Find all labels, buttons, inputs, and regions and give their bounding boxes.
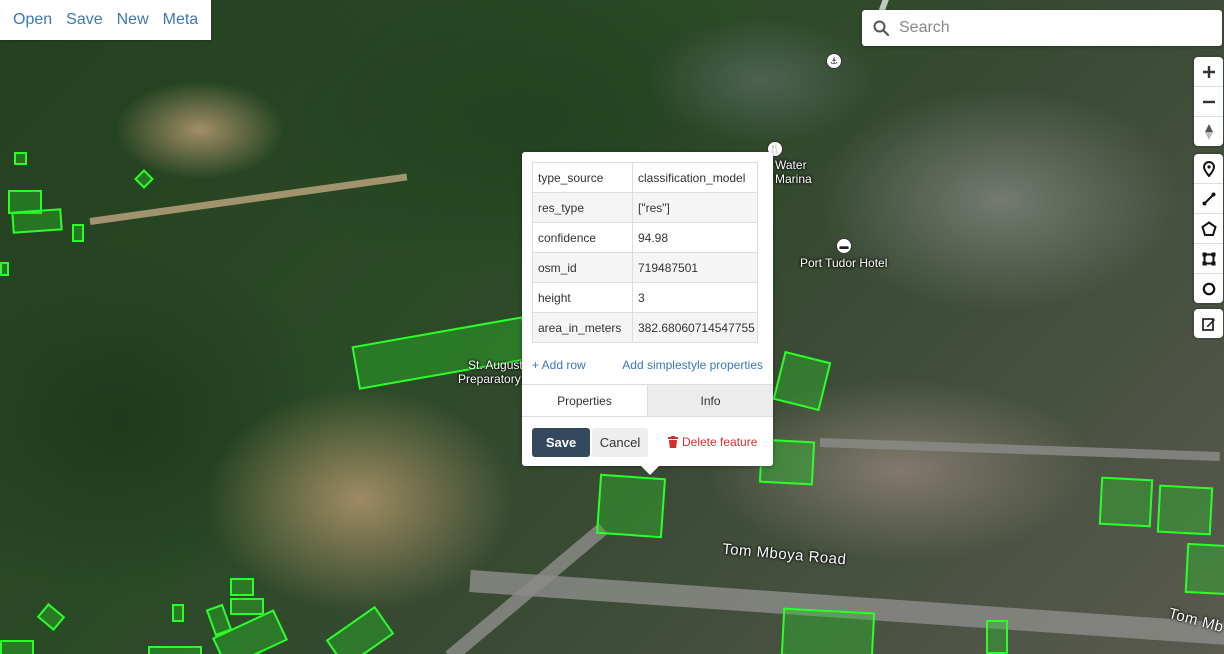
- table-row: area_in_meters 382.68060714547755: [532, 312, 758, 343]
- building-outline[interactable]: [14, 152, 27, 165]
- map-label: Port Tudor Hotel: [800, 256, 888, 270]
- property-key-field[interactable]: area_in_meters: [532, 312, 633, 343]
- property-value-field[interactable]: 94.98: [632, 222, 758, 253]
- feature-properties-popup: type_source classification_model res_typ…: [522, 152, 773, 466]
- draw-point-button[interactable]: [1194, 154, 1223, 184]
- building-outline[interactable]: [1184, 542, 1224, 596]
- save-button[interactable]: Save: [532, 428, 590, 457]
- property-value-field[interactable]: ["res"]: [632, 192, 758, 223]
- rectangle-icon: [1202, 252, 1215, 265]
- building-outline[interactable]: [772, 350, 832, 412]
- property-key-field[interactable]: osm_id: [532, 252, 633, 283]
- popup-tip: [640, 465, 660, 475]
- zoom-out-button[interactable]: [1194, 87, 1223, 117]
- save-menu-item[interactable]: Save: [61, 11, 107, 29]
- search-box: [862, 10, 1222, 46]
- delete-feature-button[interactable]: Delete feature: [668, 435, 757, 449]
- popup-footer: Save Cancel Delete feature: [522, 416, 773, 467]
- delete-feature-label: Delete feature: [682, 435, 758, 449]
- building-outline[interactable]: [0, 262, 9, 276]
- map-label: St. August: [468, 358, 523, 372]
- marina-poi-icon[interactable]: ⚓: [826, 53, 842, 69]
- table-row: confidence 94.98: [532, 222, 758, 253]
- meta-menu-item[interactable]: Meta: [158, 11, 204, 29]
- map-label: Preparatory: [458, 372, 521, 386]
- road-segment: [819, 438, 1220, 461]
- table-row: height 3: [532, 282, 758, 313]
- zoom-controls: [1194, 57, 1223, 146]
- building-outline[interactable]: [230, 578, 254, 596]
- add-row-link[interactable]: + Add row: [532, 358, 586, 372]
- road-label: Tom Mboya Road: [721, 540, 848, 569]
- property-value-field[interactable]: 382.68060714547755: [632, 312, 758, 343]
- building-outline[interactable]: [11, 208, 63, 234]
- zoom-in-button[interactable]: [1194, 57, 1223, 87]
- building-outline[interactable]: [148, 646, 202, 654]
- minus-icon: [1202, 100, 1215, 103]
- line-icon: [1202, 192, 1215, 205]
- search-icon: [873, 20, 889, 36]
- property-value-field[interactable]: classification_model: [632, 162, 758, 193]
- table-row: type_source classification_model: [532, 162, 758, 193]
- building-outline[interactable]: [986, 620, 1008, 654]
- hotel-poi-icon[interactable]: ▬: [836, 238, 852, 254]
- plus-icon: [1202, 65, 1215, 78]
- marker-icon: [1202, 160, 1215, 177]
- draw-line-button[interactable]: [1194, 184, 1223, 214]
- building-outline[interactable]: [595, 473, 667, 539]
- draw-circle-button[interactable]: [1194, 274, 1223, 303]
- polygon-icon: [1200, 220, 1217, 236]
- compass-icon: [1204, 123, 1213, 140]
- circle-icon: [1202, 282, 1215, 295]
- file-menu: Open Save New Meta: [0, 0, 212, 40]
- building-outline[interactable]: [0, 640, 34, 654]
- search-input[interactable]: [897, 18, 1201, 38]
- property-value-field[interactable]: 719487501: [632, 252, 758, 283]
- popup-tabs: Properties Info: [522, 384, 773, 416]
- property-key-field[interactable]: res_type: [532, 192, 633, 223]
- new-menu-item[interactable]: New: [112, 11, 154, 29]
- draw-controls: [1194, 154, 1223, 303]
- tab-info[interactable]: Info: [647, 384, 773, 416]
- reset-bearing-button[interactable]: [1194, 117, 1223, 146]
- property-key-field[interactable]: height: [532, 282, 633, 313]
- properties-table-container[interactable]: type_source classification_model res_typ…: [532, 162, 768, 348]
- open-menu-item[interactable]: Open: [8, 11, 57, 29]
- building-outline[interactable]: [1156, 484, 1214, 536]
- building-outline[interactable]: [36, 603, 66, 631]
- map-label: Marina: [775, 172, 812, 186]
- building-outline[interactable]: [1098, 476, 1154, 528]
- trash-icon: [668, 436, 678, 448]
- popup-links: + Add row Add simplestyle properties: [532, 358, 763, 372]
- building-outline[interactable]: [780, 607, 876, 654]
- table-row: osm_id 719487501: [532, 252, 758, 283]
- building-outline[interactable]: [72, 224, 84, 242]
- property-key-field[interactable]: confidence: [532, 222, 633, 253]
- table-row: res_type ["res"]: [532, 192, 758, 223]
- building-outline[interactable]: [134, 169, 154, 189]
- edit-controls: [1194, 309, 1223, 338]
- edit-layers-button[interactable]: [1194, 309, 1223, 338]
- edit-icon: [1201, 317, 1215, 331]
- properties-table: type_source classification_model res_typ…: [532, 162, 758, 343]
- cancel-button[interactable]: Cancel: [592, 428, 648, 457]
- add-simplestyle-link[interactable]: Add simplestyle properties: [622, 358, 763, 372]
- draw-rectangle-button[interactable]: [1194, 244, 1223, 274]
- property-key-field[interactable]: type_source: [532, 162, 633, 193]
- map-label: Water: [775, 158, 807, 172]
- tab-properties[interactable]: Properties: [522, 384, 647, 416]
- building-outline[interactable]: [172, 604, 184, 622]
- property-value-field[interactable]: 3: [632, 282, 758, 313]
- building-outline[interactable]: [325, 605, 395, 654]
- building-outline[interactable]: [230, 598, 264, 615]
- draw-polygon-button[interactable]: [1194, 214, 1223, 244]
